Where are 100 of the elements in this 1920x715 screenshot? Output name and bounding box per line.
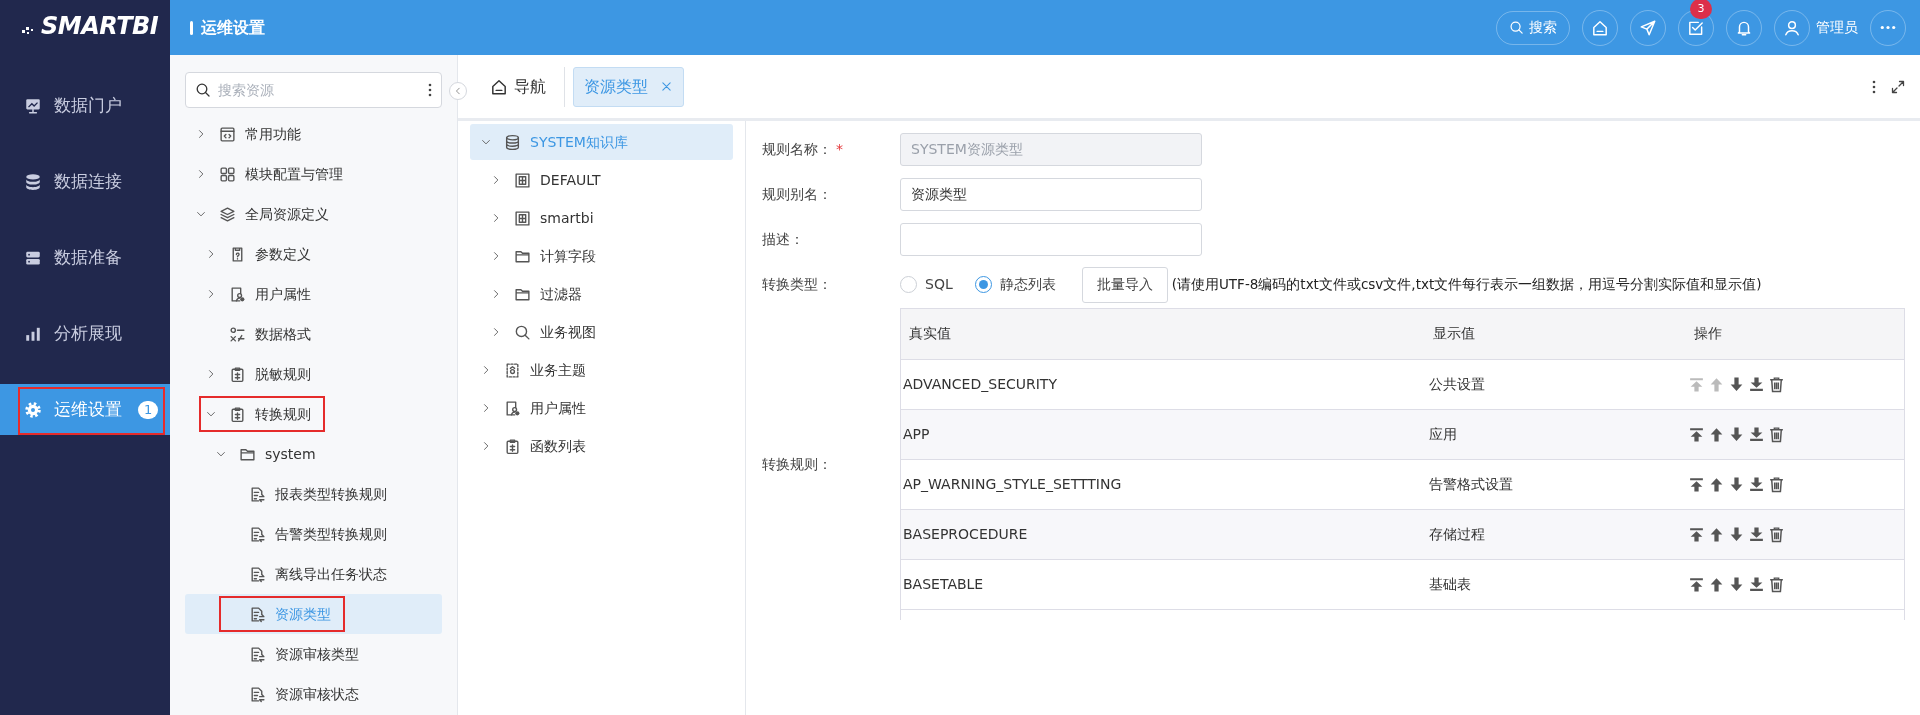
move-up-icon[interactable] — [1708, 425, 1725, 443]
tree-item[interactable]: DEFAULT — [470, 162, 733, 198]
tree-item[interactable]: 离线导出任务状态 — [185, 554, 442, 594]
move-top-icon[interactable] — [1688, 425, 1705, 443]
logo: SMARTBI — [0, 0, 170, 55]
nav-item[interactable]: 数据准备 — [0, 232, 170, 283]
move-up-icon[interactable] — [1708, 525, 1725, 543]
title-marker — [190, 20, 193, 35]
table-icon — [514, 171, 531, 189]
table-cell: 存储过程 — [1421, 509, 1686, 559]
tab[interactable]: 导航 — [480, 66, 556, 107]
tree-item[interactable]: 告警类型转换规则 — [185, 514, 442, 554]
tree-item[interactable]: 转换规则 — [185, 394, 442, 434]
input-field[interactable]: 资源类型 — [900, 178, 1202, 211]
more-icon[interactable] — [1872, 78, 1876, 95]
search-field[interactable]: 搜索资源 — [185, 72, 442, 108]
tree-item[interactable]: 数据格式 — [185, 314, 442, 354]
database-icon — [24, 172, 42, 191]
user-icon — [1783, 18, 1801, 37]
radio-circle[interactable] — [974, 276, 992, 293]
expand-icon[interactable] — [1890, 78, 1906, 95]
table-cell: 告警格式设置 — [1421, 459, 1686, 509]
move-up-icon[interactable] — [1708, 475, 1725, 493]
tree-item[interactable]: 常用功能 — [185, 114, 442, 154]
search-icon — [514, 323, 531, 341]
grid-icon — [219, 165, 236, 183]
radio-circle[interactable] — [900, 276, 917, 293]
monitor-icon — [24, 96, 42, 115]
field-label: 规则别名： — [762, 186, 832, 202]
move-top-icon[interactable] — [1688, 575, 1705, 593]
tree-item[interactable]: 业务主题 — [470, 352, 733, 388]
clipboard-icon — [504, 437, 521, 455]
move-top-icon[interactable] — [1688, 475, 1705, 493]
move-top-icon[interactable] — [1688, 525, 1705, 543]
field-label: 规则名称： — [762, 141, 832, 157]
count-badge: 3 — [1690, 0, 1712, 19]
move-up-icon[interactable] — [1708, 575, 1725, 593]
tree-item[interactable]: 资源审核类型 — [185, 634, 442, 674]
radio-option[interactable]: 静态列表 — [974, 274, 1056, 295]
move-bottom-icon[interactable] — [1748, 375, 1765, 393]
import-button[interactable]: 批量导入 — [1081, 266, 1168, 303]
table-cell: 公共设置 — [1421, 359, 1686, 409]
move-bottom-icon[interactable] — [1748, 575, 1765, 593]
column-header: 真实值 — [901, 309, 1421, 359]
document-icon — [249, 525, 266, 543]
tree-item[interactable]: 函数列表 — [470, 428, 733, 464]
home-icon — [490, 77, 508, 96]
table-cell: AP_WARNING_STYLE_SETTTING — [901, 459, 1421, 509]
move-bottom-icon[interactable] — [1748, 425, 1765, 443]
nav-item[interactable]: 分析展现 — [0, 308, 170, 359]
topic-document-icon — [504, 361, 521, 379]
delete-icon[interactable] — [1768, 425, 1785, 443]
input-field[interactable] — [900, 223, 1202, 256]
user-document-icon — [229, 285, 246, 303]
chevron-left-icon — [453, 86, 463, 96]
tree-item[interactable]: 用户属性 — [470, 390, 733, 426]
tree-item[interactable]: 用户属性 — [185, 274, 442, 314]
field-label: 描述： — [762, 231, 804, 247]
nav-item[interactable]: 数据门户 — [0, 80, 170, 131]
table-icon — [514, 209, 531, 227]
tree-item[interactable]: 报表类型转换规则 — [185, 474, 442, 514]
tree-item[interactable]: 过滤器 — [470, 276, 733, 312]
tree-item[interactable]: smartbi — [470, 200, 733, 236]
tree-item[interactable]: 资源审核状态 — [185, 674, 442, 714]
hint-text: (请使用UTF-8编码的txt文件或csv文件,txt文件每行表示一组数据，用逗号分割实际值和显示值) — [1171, 275, 1762, 295]
delete-icon[interactable] — [1768, 475, 1785, 493]
column-header: 显示值 — [1421, 309, 1686, 359]
code-window-icon — [219, 125, 236, 143]
layers-icon — [219, 205, 236, 223]
more-icon[interactable] — [428, 82, 432, 98]
document-icon — [249, 485, 266, 503]
tree-item[interactable]: 业务视图 — [470, 314, 733, 350]
clipboard-icon — [229, 365, 246, 383]
delete-icon[interactable] — [1768, 375, 1785, 393]
close-icon[interactable] — [660, 80, 673, 93]
tree-item[interactable]: system — [185, 434, 442, 474]
table-cell: ADVANCED_SECURITY — [901, 359, 1421, 409]
nav-item[interactable]: 数据连接 — [0, 156, 170, 207]
settings-icon — [24, 400, 42, 419]
field-label: 转换规则： — [762, 455, 832, 472]
tree-item[interactable]: 计算字段 — [470, 238, 733, 274]
search-icon — [195, 82, 211, 98]
more-icon — [1880, 25, 1896, 30]
table-cell: APP — [901, 409, 1421, 459]
move-bottom-icon[interactable] — [1748, 475, 1765, 493]
required-mark: * — [836, 141, 843, 157]
delete-icon[interactable] — [1768, 575, 1785, 593]
radio-option[interactable]: SQL — [900, 274, 953, 295]
tree-item[interactable]: 全局资源定义 — [185, 194, 442, 234]
table-cell: 应用 — [1421, 409, 1686, 459]
tree-item[interactable]: 模块配置与管理 — [185, 154, 442, 194]
move-bottom-icon[interactable] — [1748, 525, 1765, 543]
tree-item[interactable]: 脱敏规则 — [185, 354, 442, 394]
field-label: 转换类型： — [762, 276, 832, 292]
tree-item[interactable]: 参数定义 — [185, 234, 442, 274]
delete-icon[interactable] — [1768, 525, 1785, 543]
column-header: 操作 — [1686, 309, 1904, 359]
document-icon — [249, 605, 266, 623]
format-icon — [229, 325, 246, 343]
page-title: 运维设置 — [201, 16, 265, 39]
